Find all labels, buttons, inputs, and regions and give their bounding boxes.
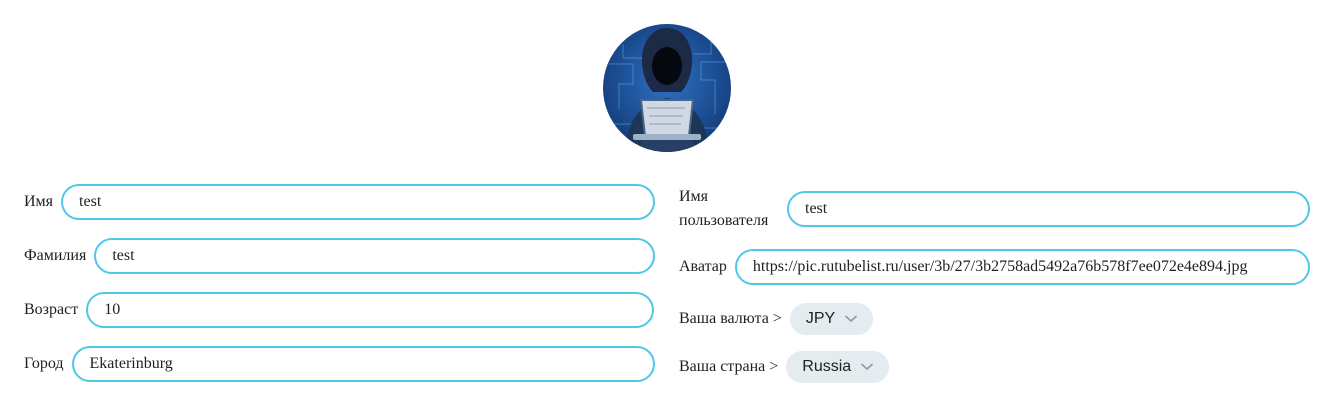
hacker-avatar-icon [603,24,731,152]
username-input[interactable]: test [787,191,1310,227]
currency-value: JPY [805,310,836,327]
currency-select[interactable]: JPY [789,303,874,335]
username-label-line1: Имя [679,188,709,205]
username-row: Имя пользователя test [679,185,1310,233]
first-name-input[interactable]: test [61,184,656,220]
username-label-line2: пользователя [679,212,769,229]
username-label: Имя пользователя [679,185,779,233]
city-label: Город [24,355,64,372]
profile-avatar [603,24,731,152]
first-name-label: Имя [24,193,54,210]
country-value: Russia [802,358,852,375]
first-name-row: Имя test [24,184,656,220]
last-name-input[interactable]: test [94,238,656,274]
age-input[interactable]: 10 [86,292,655,328]
city-row: Город Ekaterinburg [24,346,655,382]
currency-row: Ваша валюта > JPY [679,303,874,335]
country-row: Ваша страна > Russia [679,351,890,383]
avatar-url-row: Аватар https://pic.rutubelist.ru/user/3b… [679,249,1310,285]
last-name-label: Фамилия [24,247,87,264]
avatar-url-label: Аватар [679,258,727,275]
country-label: Ваша страна > [679,358,779,375]
currency-label: Ваша валюта > [679,310,782,327]
chevron-down-icon [861,363,873,371]
chevron-down-icon [845,315,857,323]
country-select[interactable]: Russia [786,351,890,383]
city-input[interactable]: Ekaterinburg [71,346,655,382]
last-name-row: Фамилия test [24,238,656,274]
age-row: Возраст 10 [24,292,655,328]
age-label: Возраст [24,301,79,318]
avatar-url-input[interactable]: https://pic.rutubelist.ru/user/3b/27/3b2… [734,249,1310,285]
